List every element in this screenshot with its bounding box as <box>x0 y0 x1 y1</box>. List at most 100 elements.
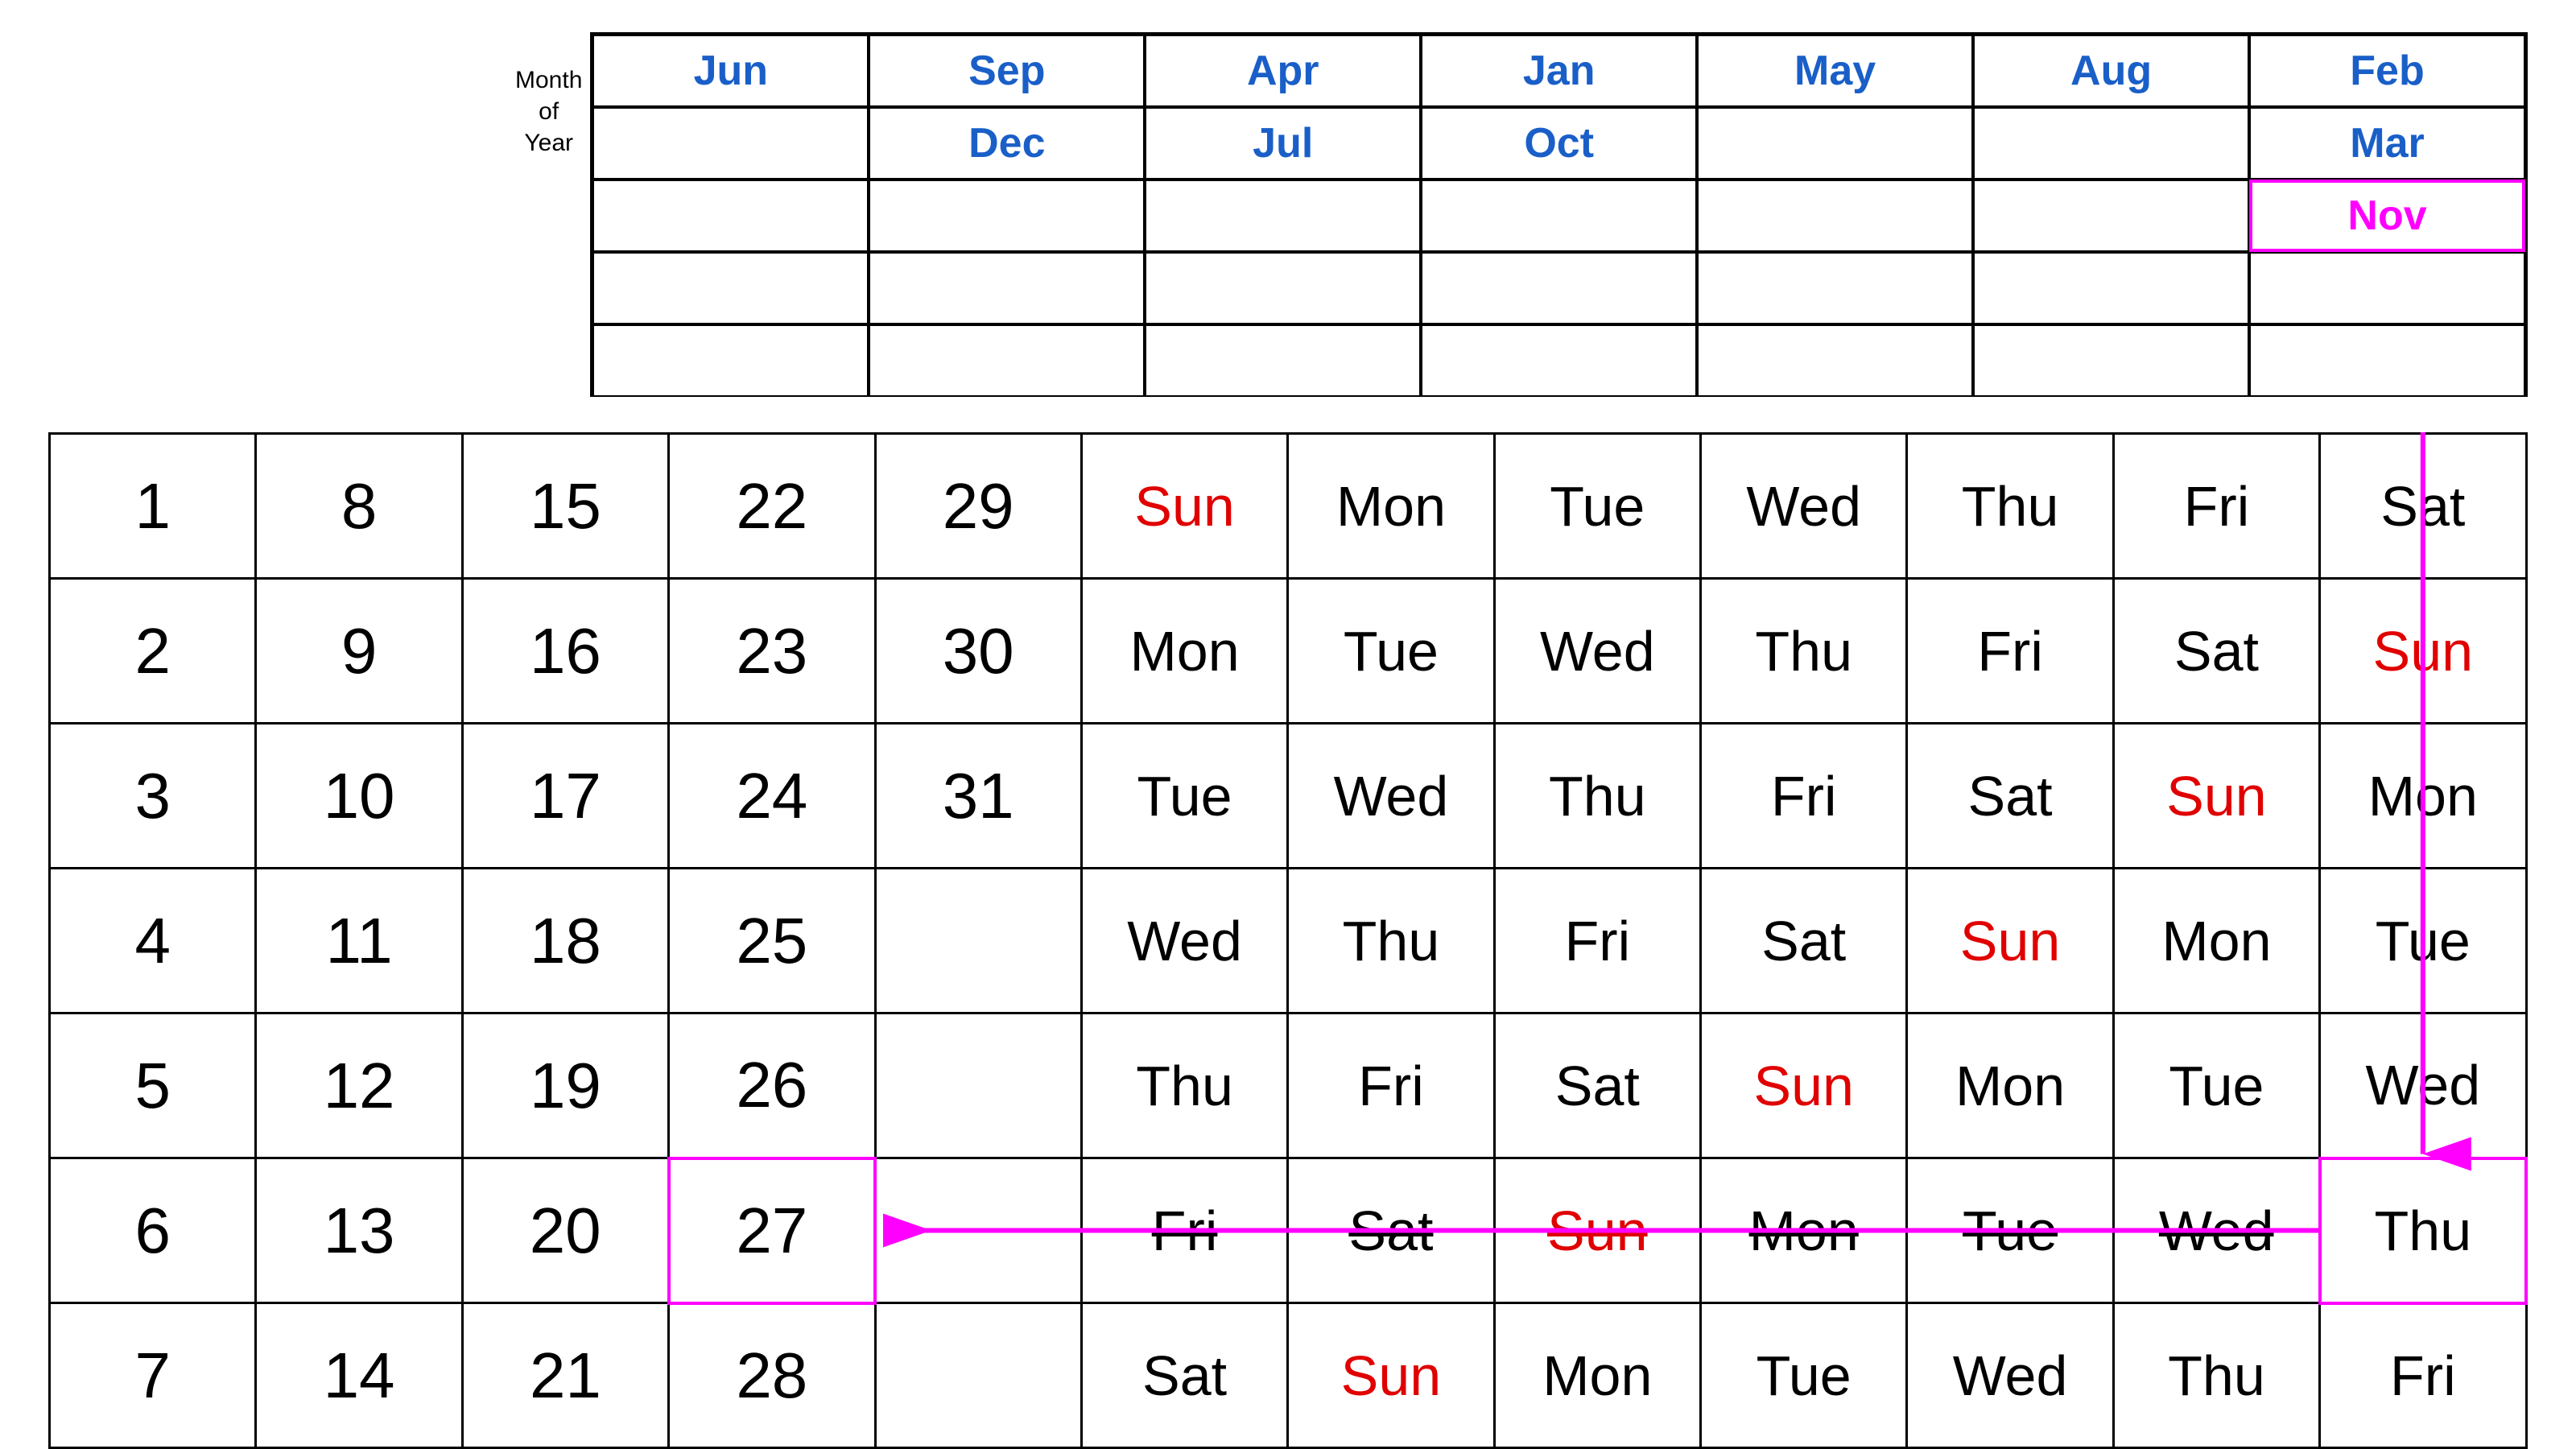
day-name-r5-c5: Wed <box>2113 1158 2319 1303</box>
month-cell-r1-c2: Jul <box>1145 107 1421 180</box>
day-name-r2-c6: Mon <box>2320 724 2526 869</box>
day-name-r1-c2: Wed <box>1494 579 1700 724</box>
day-name-r1-c6: Sun <box>2320 579 2526 724</box>
day-num-r6-c1: 14 <box>256 1303 462 1448</box>
day-name-r0-c1: Mon <box>1288 434 1494 579</box>
day-name-r4-c1: Fri <box>1288 1013 1494 1158</box>
month-cell-r1-c3: Oct <box>1421 107 1697 180</box>
day-name-r3-c2: Fri <box>1494 869 1700 1013</box>
main-calendar: 18152229SunMonTueWedThuFriSat29162330Mon… <box>48 432 2528 1449</box>
month-cell-r1-c0: . <box>592 107 869 180</box>
day-num-r4-c0: 5 <box>50 1013 256 1158</box>
day-name-r5-c3: Mon <box>1701 1158 1907 1303</box>
month-cell-r2-c2: . <box>1145 180 1421 252</box>
day-name-r4-c4: Mon <box>1907 1013 2113 1158</box>
day-name-r4-c3: Sun <box>1701 1013 1907 1158</box>
month-cell-r0-c2: Apr <box>1145 35 1421 107</box>
day-num-r3-c3: 25 <box>669 869 875 1013</box>
month-cell-r1-c5: . <box>1973 107 2249 180</box>
main-calendar-wrapper: 18152229SunMonTueWedThuFriSat29162330Mon… <box>48 432 2528 1449</box>
day-num-r6-c0: 7 <box>50 1303 256 1448</box>
day-name-r1-c1: Tue <box>1288 579 1494 724</box>
month-cell-r4-c5: . <box>1973 324 2249 397</box>
day-name-r3-c0: Wed <box>1081 869 1287 1013</box>
day-num-r3-c0: 4 <box>50 869 256 1013</box>
day-name-r1-c4: Fri <box>1907 579 2113 724</box>
day-num-r5-c0: 6 <box>50 1158 256 1303</box>
day-name-r6-c5: Thu <box>2113 1303 2319 1448</box>
month-cell-r0-c3: Jan <box>1421 35 1697 107</box>
month-cell-r0-c4: May <box>1697 35 1973 107</box>
day-name-r6-c1: Sun <box>1288 1303 1494 1448</box>
day-name-r0-c3: Wed <box>1701 434 1907 579</box>
day-num-r1-c3: 23 <box>669 579 875 724</box>
page: { "title": { "line1": "One page calendar… <box>0 0 2576 1449</box>
day-name-r3-c4: Sun <box>1907 869 2113 1013</box>
day-num-r5-c3: 27 <box>669 1158 875 1303</box>
day-name-r2-c5: Sun <box>2113 724 2319 869</box>
month-cell-r4-c6: . <box>2249 324 2525 397</box>
month-cell-r2-c1: . <box>869 180 1145 252</box>
month-cell-r1-c6: Mar <box>2249 107 2525 180</box>
day-num-r3-c4 <box>875 869 1081 1013</box>
day-name-r5-c4: Tue <box>1907 1158 2113 1303</box>
day-name-r0-c2: Tue <box>1494 434 1700 579</box>
month-cell-r3-c1: . <box>869 252 1145 324</box>
month-grid: JunSepAprJanMayAugFeb.DecJulOct..Mar....… <box>590 32 2528 397</box>
day-num-r4-c3: 26 <box>669 1013 875 1158</box>
day-name-r3-c1: Thu <box>1288 869 1494 1013</box>
month-cell-r4-c2: . <box>1145 324 1421 397</box>
day-num-r0-c3: 22 <box>669 434 875 579</box>
day-name-r6-c3: Tue <box>1701 1303 1907 1448</box>
day-name-r5-c0: Fri <box>1081 1158 1287 1303</box>
day-num-r2-c3: 24 <box>669 724 875 869</box>
month-cell-r4-c4: . <box>1697 324 1973 397</box>
month-cell-r2-c5: . <box>1973 180 2249 252</box>
day-name-r5-c2: Sun <box>1494 1158 1700 1303</box>
top-section: Month of Year JunSepAprJanMayAugFeb.DecJ… <box>48 32 2528 397</box>
day-name-r3-c3: Sat <box>1701 869 1907 1013</box>
day-num-r1-c4: 30 <box>875 579 1081 724</box>
month-cell-r4-c3: . <box>1421 324 1697 397</box>
day-num-r5-c4 <box>875 1158 1081 1303</box>
day-num-r6-c3: 28 <box>669 1303 875 1448</box>
day-num-r3-c2: 18 <box>462 869 668 1013</box>
day-name-r1-c3: Thu <box>1701 579 1907 724</box>
day-num-r1-c2: 16 <box>462 579 668 724</box>
day-name-r2-c2: Thu <box>1494 724 1700 869</box>
day-num-r2-c4: 31 <box>875 724 1081 869</box>
day-name-r0-c4: Thu <box>1907 434 2113 579</box>
title-block <box>48 32 515 48</box>
day-name-r0-c0: Sun <box>1081 434 1287 579</box>
day-name-r1-c5: Sat <box>2113 579 2319 724</box>
day-name-r0-c5: Fri <box>2113 434 2319 579</box>
day-num-r0-c4: 29 <box>875 434 1081 579</box>
day-num-r4-c1: 12 <box>256 1013 462 1158</box>
day-name-r4-c6: Wed <box>2320 1013 2526 1158</box>
day-num-r0-c0: 1 <box>50 434 256 579</box>
day-name-r3-c6: Tue <box>2320 869 2526 1013</box>
day-name-r2-c1: Wed <box>1288 724 1494 869</box>
month-cell-r3-c6: . <box>2249 252 2525 324</box>
day-name-r2-c3: Fri <box>1701 724 1907 869</box>
month-cell-r2-c4: . <box>1697 180 1973 252</box>
month-cell-r3-c0: . <box>592 252 869 324</box>
day-name-r1-c0: Mon <box>1081 579 1287 724</box>
day-num-r1-c0: 2 <box>50 579 256 724</box>
day-num-r4-c2: 19 <box>462 1013 668 1158</box>
day-num-r2-c2: 17 <box>462 724 668 869</box>
month-cell-r3-c5: . <box>1973 252 2249 324</box>
month-cell-r3-c4: . <box>1697 252 1973 324</box>
month-cell-r0-c1: Sep <box>869 35 1145 107</box>
day-name-r5-c1: Sat <box>1288 1158 1494 1303</box>
month-cell-r3-c2: . <box>1145 252 1421 324</box>
day-name-r6-c4: Wed <box>1907 1303 2113 1448</box>
month-cell-r2-c0: . <box>592 180 869 252</box>
day-name-r6-c6: Fri <box>2320 1303 2526 1448</box>
day-name-r3-c5: Mon <box>2113 869 2319 1013</box>
day-name-r2-c0: Tue <box>1081 724 1287 869</box>
day-name-r4-c5: Tue <box>2113 1013 2319 1158</box>
month-cell-r0-c0: Jun <box>592 35 869 107</box>
day-num-r6-c2: 21 <box>462 1303 668 1448</box>
day-num-r4-c4 <box>875 1013 1081 1158</box>
